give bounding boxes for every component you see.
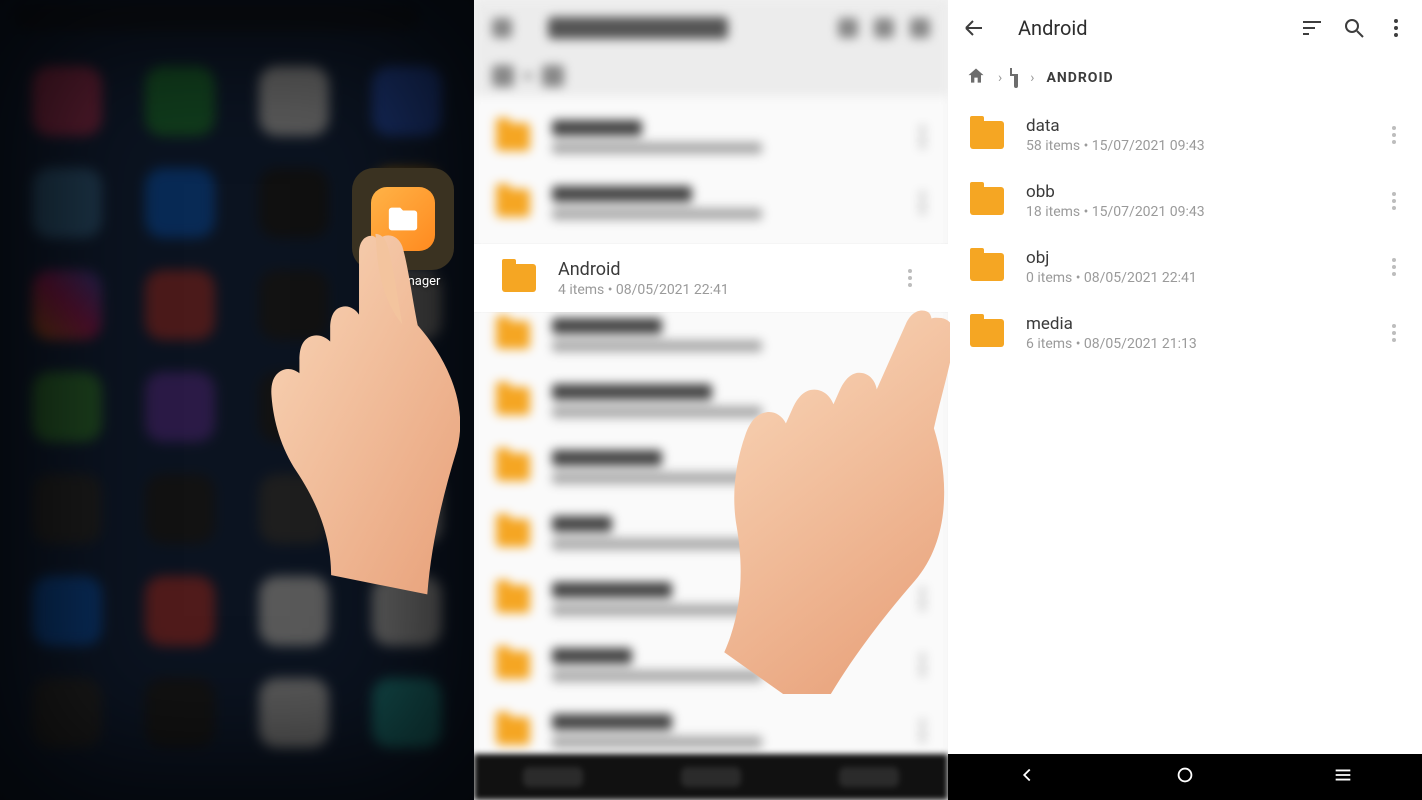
- folder-name: obb: [1026, 182, 1362, 202]
- chevron-right-icon: ›: [998, 70, 1002, 86]
- sort-button[interactable]: [1300, 16, 1324, 40]
- folder-icon: [970, 187, 1004, 215]
- app-icon-label: File Manager: [352, 274, 454, 289]
- blurred-list-layer: [474, 0, 948, 800]
- android-nav-bar: [948, 754, 1422, 800]
- search-button[interactable]: [1342, 16, 1366, 40]
- folder-icon: [970, 253, 1004, 281]
- folder-icon: [502, 264, 536, 292]
- app-bar: Android: [948, 0, 1422, 56]
- home-blur-layer: [0, 0, 474, 800]
- folder-subtitle: 58 items • 15/07/2021 09:43: [1026, 138, 1362, 154]
- folder-subtitle: 6 items • 08/05/2021 21:13: [1026, 336, 1362, 352]
- more-options-button[interactable]: [1384, 123, 1404, 147]
- breadcrumb-current: ANDROID: [1046, 70, 1113, 86]
- folder-row-android[interactable]: Android 4 items • 08/05/2021 22:41: [474, 244, 948, 312]
- more-options-button[interactable]: [1384, 255, 1404, 279]
- folder-subtitle: 18 items • 15/07/2021 09:43: [1026, 204, 1362, 220]
- folder-icon: [970, 121, 1004, 149]
- folder-row[interactable]: media 6 items • 08/05/2021 21:13: [948, 300, 1422, 366]
- breadcrumb: › › ANDROID: [948, 56, 1422, 100]
- folder-name: Android: [558, 259, 878, 280]
- android-nav-bar: [474, 754, 948, 800]
- more-options-button[interactable]: [1384, 321, 1404, 345]
- folder-row[interactable]: obb 18 items • 15/07/2021 09:43: [948, 168, 1422, 234]
- folder-list: data 58 items • 15/07/2021 09:43 obb 18 …: [948, 100, 1422, 368]
- home-screen-panel: File Manager: [0, 0, 474, 800]
- folder-name: data: [1026, 116, 1362, 136]
- folder-subtitle: 4 items • 08/05/2021 22:41: [558, 282, 878, 298]
- more-options-button[interactable]: [1384, 189, 1404, 213]
- folder-subtitle: 0 items • 08/05/2021 22:41: [1026, 270, 1362, 286]
- breadcrumb-home[interactable]: [966, 66, 986, 90]
- back-button[interactable]: [962, 16, 986, 40]
- folder-row[interactable]: obj 0 items • 08/05/2021 22:41: [948, 234, 1422, 300]
- file-manager-app-icon[interactable]: File Manager: [352, 168, 454, 289]
- folder-icon: [371, 187, 435, 251]
- nav-back-button[interactable]: [1016, 764, 1038, 790]
- nav-recent-button[interactable]: [1332, 764, 1354, 790]
- folder-name: media: [1026, 314, 1362, 334]
- nav-home-button[interactable]: [1174, 764, 1196, 790]
- breadcrumb-storage[interactable]: [1014, 70, 1018, 86]
- folder-row[interactable]: data 58 items • 15/07/2021 09:43: [948, 102, 1422, 168]
- page-title: Android: [1018, 16, 1088, 40]
- overflow-menu-button[interactable]: [1384, 16, 1408, 40]
- internal-storage-panel: Android 4 items • 08/05/2021 22:41: [474, 0, 948, 800]
- more-options-button[interactable]: [900, 266, 920, 290]
- folder-name: obj: [1026, 248, 1362, 268]
- android-folder-panel: Android › › ANDROID: [948, 0, 1422, 800]
- chevron-right-icon: ›: [1030, 70, 1034, 86]
- folder-icon: [970, 319, 1004, 347]
